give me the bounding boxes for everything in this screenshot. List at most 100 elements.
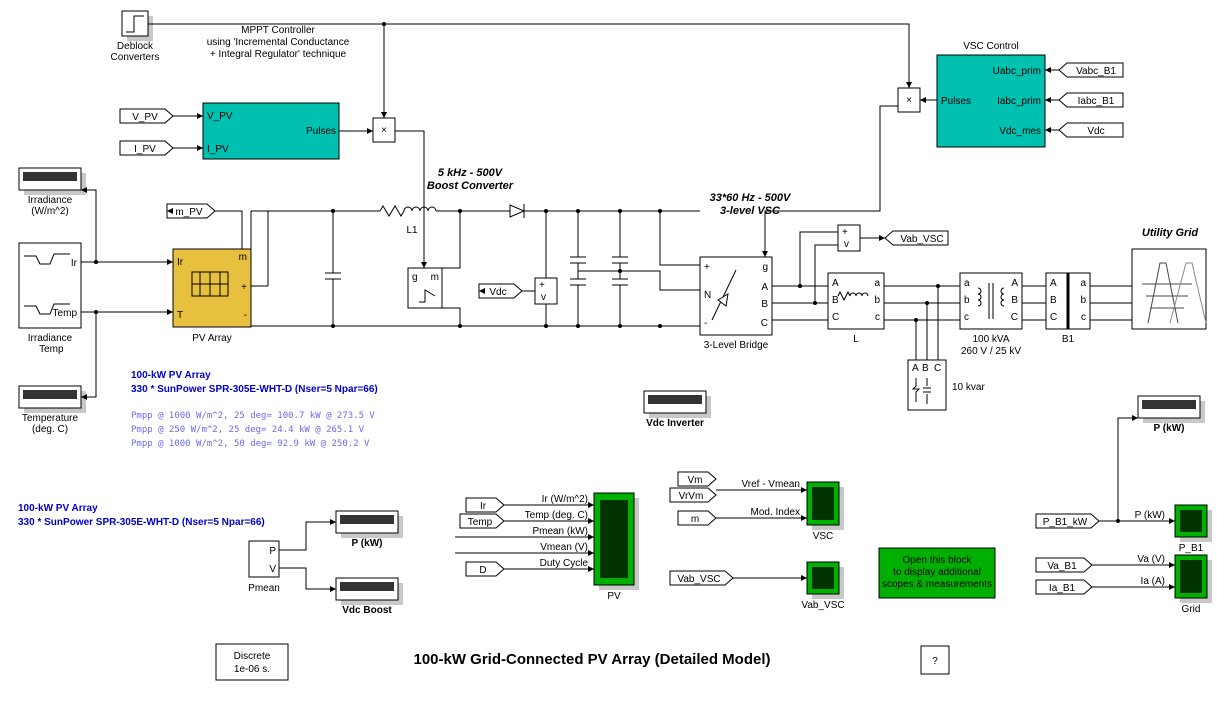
- pv-array-block[interactable]: Ir T m + - PV Array: [173, 249, 251, 344]
- svg-text:?: ?: [932, 656, 938, 667]
- from-tag-vabc-b1[interactable]: Vabc_B1: [1059, 63, 1123, 77]
- scope-pkw-bottom[interactable]: P (kW): [336, 511, 403, 549]
- svg-text:Ir (W/m^2): Ir (W/m^2): [542, 494, 588, 505]
- pv-array-label: PV Array: [192, 333, 231, 344]
- svg-text:100 kVA260 V / 25 kV: 100 kVA260 V / 25 kV: [961, 334, 1021, 357]
- help-block[interactable]: ?: [921, 646, 949, 674]
- svg-text:PV: PV: [607, 591, 621, 602]
- svg-text:P_B1_kW: P_B1_kW: [1043, 517, 1088, 528]
- scope-pkw-right[interactable]: P (kW): [1138, 396, 1205, 434]
- svg-text:+: +: [241, 282, 247, 293]
- scope-pb1-green[interactable]: P_B1: [1175, 505, 1212, 554]
- from-tag-vpv[interactable]: V_PV: [120, 109, 173, 123]
- goto-tag-vdc[interactable]: Vdc: [479, 284, 522, 298]
- scope-pv-green[interactable]: PV: [594, 493, 639, 602]
- svg-text:A: A: [1011, 278, 1018, 289]
- scope-vab-vsc-green[interactable]: Vab_VSC: [801, 562, 844, 611]
- svg-text:Vref - Vmean: Vref - Vmean: [741, 479, 800, 490]
- svg-text:Mod. Index: Mod. Index: [751, 507, 800, 518]
- boost-igbt-block[interactable]: gm: [408, 268, 442, 308]
- svg-text:A: A: [761, 282, 768, 293]
- svg-text:B: B: [922, 363, 929, 374]
- svg-text:-: -: [244, 310, 247, 321]
- product-block-vsc[interactable]: ×: [898, 88, 920, 112]
- svg-text:L: L: [853, 334, 859, 345]
- from-tag-d[interactable]: D: [466, 562, 504, 576]
- svg-text:c: c: [875, 312, 880, 323]
- product-block-mppt[interactable]: ×: [373, 118, 395, 142]
- scope-temperature[interactable]: Temperature(deg. C): [19, 386, 86, 435]
- svg-text:T: T: [177, 310, 183, 321]
- from-tag-ipv[interactable]: I_PV: [120, 141, 173, 155]
- scope-vdc-inverter[interactable]: Vdc Inverter: [644, 391, 711, 429]
- svg-text:g: g: [762, 262, 768, 273]
- pmean-block[interactable]: P V Pmean: [248, 541, 280, 594]
- transformer-block[interactable]: abc ABC 100 kVA260 V / 25 kV: [960, 273, 1022, 357]
- pv-info-text-2: 100-kW PV Array 330 * SunPower SPR-305E-…: [18, 503, 265, 528]
- svg-text:C: C: [1050, 312, 1057, 323]
- svg-text:×: ×: [906, 95, 912, 106]
- svg-text:Vdc: Vdc: [489, 287, 506, 298]
- mppt-controller-block[interactable]: V_PV I_PV Pulses: [203, 103, 339, 159]
- goto-tag-vab-vsc[interactable]: Vab_VSC: [885, 231, 948, 245]
- svg-text:Vab_VSC: Vab_VSC: [677, 574, 720, 585]
- l-filter-block[interactable]: ABC abc L: [828, 273, 884, 345]
- signal-builder-irr-temp[interactable]: Ir Temp Irradiance Temp: [19, 243, 81, 355]
- from-tag-ir[interactable]: Ir: [466, 498, 504, 512]
- vab-vsc-measurement[interactable]: +v: [838, 225, 860, 251]
- svg-text:V_PV: V_PV: [132, 112, 158, 123]
- utility-grid-block[interactable]: [1132, 249, 1206, 329]
- from-tag-ia-b1[interactable]: Ia_B1: [1036, 580, 1092, 594]
- vdc-measurement[interactable]: +v: [535, 278, 557, 304]
- svg-text:m_PV: m_PV: [175, 207, 203, 218]
- svg-text:Va_B1: Va_B1: [1047, 561, 1077, 572]
- from-tag-vrvm[interactable]: VrVm: [670, 488, 716, 502]
- from-tag-m[interactable]: m: [678, 511, 716, 525]
- inductor-L1[interactable]: L1: [380, 206, 436, 236]
- open-scopes-note-block[interactable]: Open this blockto display additionalscop…: [879, 548, 995, 598]
- svg-text:a: a: [964, 278, 970, 289]
- boost-diode[interactable]: [510, 204, 524, 218]
- vsc-control-block[interactable]: VSC Control Pulses Uabc_prim Iabc_prim V…: [937, 41, 1045, 147]
- svg-text:+: +: [539, 280, 545, 291]
- svg-text:A: A: [912, 363, 919, 374]
- three-level-bridge-block[interactable]: g A B C + N - 3-Level Bridge: [700, 257, 772, 351]
- scope-grid-green[interactable]: Grid: [1175, 555, 1212, 615]
- svg-text:Grid: Grid: [1182, 604, 1201, 615]
- deblock-step-block[interactable]: DeblockConverters: [111, 11, 160, 63]
- svg-text:B: B: [1050, 295, 1057, 306]
- svg-text:V: V: [269, 564, 276, 575]
- svg-text:m: m: [691, 514, 699, 525]
- powergui-block[interactable]: Discrete1e-06 s.: [216, 644, 288, 680]
- from-tag-pb1kw[interactable]: P_B1_kW: [1036, 514, 1099, 528]
- kvar-block[interactable]: ABC 10 kvar: [908, 360, 985, 410]
- svg-text:P: P: [269, 546, 276, 557]
- b1-bus-block[interactable]: ABC abc B1: [1046, 273, 1090, 345]
- scope-irradiance[interactable]: Irradiance(W/m^2): [19, 168, 86, 217]
- pv-info-text-1: 100-kW PV Array 330 * SunPower SPR-305E-…: [131, 370, 378, 395]
- svg-text:Vdc: Vdc: [1087, 126, 1104, 137]
- from-tag-vdc[interactable]: Vdc: [1059, 123, 1123, 137]
- svg-text:P_B1: P_B1: [1179, 543, 1204, 554]
- svg-text:Vabc_B1: Vabc_B1: [1076, 66, 1116, 77]
- pmpp-1: Pmpp @ 1000 W/m^2, 25 deg= 100.7 kW @ 27…: [131, 411, 375, 421]
- svg-text:P (kW): P (kW): [1135, 510, 1165, 521]
- svg-text:B: B: [1011, 295, 1018, 306]
- svg-text:C: C: [761, 318, 768, 329]
- simulink-model-canvas[interactable]: DeblockConverters MPPT Controllerusing '…: [0, 0, 1217, 702]
- three-level-vsc-label: 33*60 Hz - 500V3-level VSC: [710, 192, 792, 217]
- from-tag-va-b1[interactable]: Va_B1: [1036, 558, 1092, 572]
- dc-link-caps[interactable]: [570, 211, 628, 326]
- pv-cap[interactable]: [325, 211, 341, 326]
- svg-text:a: a: [1080, 278, 1086, 289]
- svg-text:Irradiance(W/m^2): Irradiance(W/m^2): [28, 195, 73, 217]
- scope-vdc-boost[interactable]: Vdc Boost: [336, 578, 403, 616]
- from-tag-vab-vsc-2[interactable]: Vab_VSC: [670, 571, 733, 585]
- mppt-out-pulses: Pulses: [306, 126, 336, 137]
- from-tag-vm[interactable]: Vm: [678, 472, 716, 486]
- goto-tag-mpv[interactable]: m_PV: [167, 204, 215, 218]
- svg-text:v: v: [541, 292, 546, 303]
- scope-vsc-green[interactable]: VSC: [807, 482, 844, 542]
- from-tag-temp[interactable]: Temp: [460, 514, 504, 528]
- from-tag-iabc-b1[interactable]: Iabc_B1: [1059, 93, 1123, 107]
